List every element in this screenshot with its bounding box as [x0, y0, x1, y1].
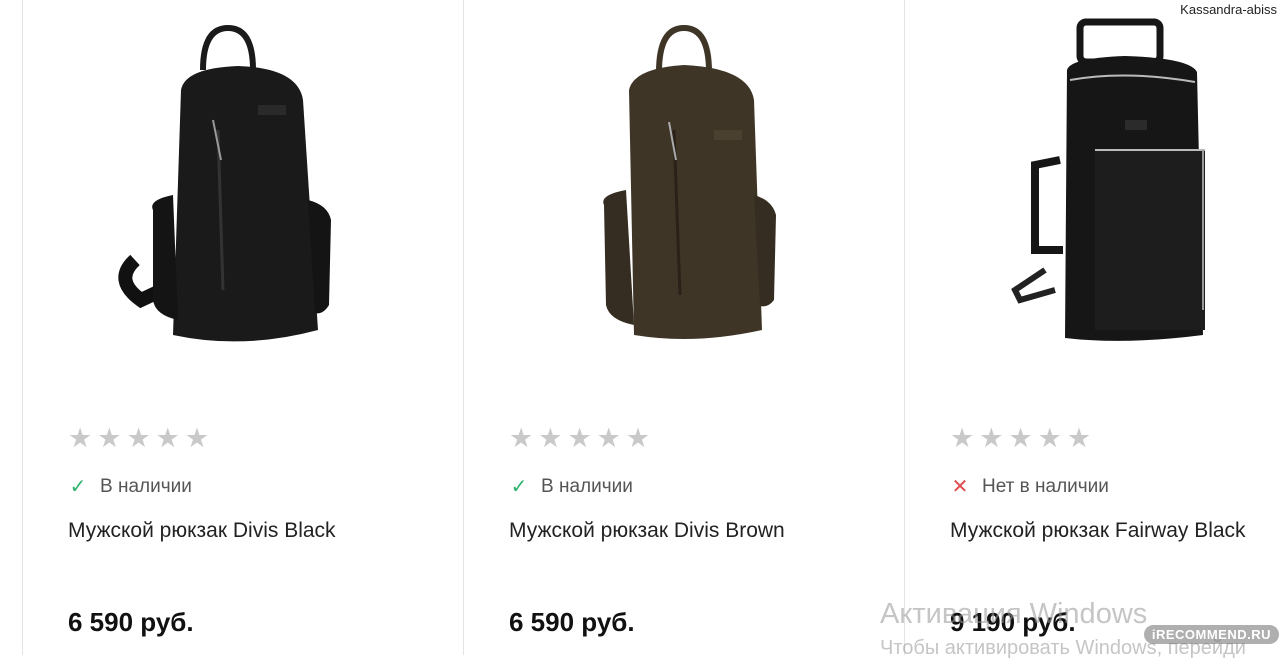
stock-status: ✓ В наличии — [509, 474, 633, 499]
stock-status: ✓ В наличии — [68, 474, 192, 499]
star-icon[interactable]: ★ — [156, 425, 180, 452]
cross-icon: ✕ — [951, 476, 969, 498]
product-image[interactable] — [950, 10, 1285, 355]
star-icon[interactable]: ★ — [626, 425, 650, 452]
site-watermark: iRECOMMEND.RU — [1143, 625, 1279, 644]
windows-activation-title: Активация Windows — [880, 598, 1148, 630]
backpack-image — [603, 24, 776, 339]
check-icon: ✓ — [510, 476, 528, 498]
star-icon[interactable]: ★ — [1008, 425, 1032, 452]
product-title[interactable]: Мужской рюкзак Divis Brown — [509, 519, 785, 543]
backpack-image — [1011, 18, 1205, 341]
product-card-divis-brown[interactable]: ★ ★ ★ ★ ★ ✓ В наличии Мужской рюкзак Div… — [463, 0, 903, 655]
product-title[interactable]: Мужской рюкзак Fairway Black — [950, 519, 1246, 543]
product-price: 6 590 руб. — [68, 607, 194, 637]
star-icon[interactable]: ★ — [567, 425, 591, 452]
star-icon[interactable]: ★ — [1067, 425, 1091, 452]
star-icon[interactable]: ★ — [68, 425, 92, 452]
star-icon[interactable]: ★ — [1038, 425, 1062, 452]
star-icon[interactable]: ★ — [97, 425, 121, 452]
rating-stars[interactable]: ★ ★ ★ ★ ★ — [509, 425, 650, 452]
star-icon[interactable]: ★ — [126, 425, 150, 452]
stock-text: Нет в наличии — [982, 475, 1109, 497]
product-price: 6 590 руб. — [509, 607, 635, 637]
star-icon[interactable]: ★ — [979, 425, 1003, 452]
product-card-fairway-black[interactable]: ★ ★ ★ ★ ★ ✕ Нет в наличии Мужской рюкзак… — [904, 0, 1285, 655]
rating-stars[interactable]: ★ ★ ★ ★ ★ — [68, 425, 209, 452]
star-icon[interactable]: ★ — [509, 425, 533, 452]
user-name-label: Kassandra-abiss — [1178, 2, 1279, 17]
check-icon: ✓ — [69, 476, 87, 498]
stock-status: ✕ Нет в наличии — [950, 474, 1109, 499]
stock-text: В наличии — [541, 475, 633, 497]
star-icon[interactable]: ★ — [185, 425, 209, 452]
product-title[interactable]: Мужской рюкзак Divis Black — [68, 519, 336, 543]
rating-stars[interactable]: ★ ★ ★ ★ ★ — [950, 425, 1091, 452]
stock-text: В наличии — [100, 475, 192, 497]
star-icon[interactable]: ★ — [950, 425, 974, 452]
star-icon[interactable]: ★ — [597, 425, 621, 452]
product-image[interactable] — [509, 10, 859, 355]
star-icon[interactable]: ★ — [538, 425, 562, 452]
product-image[interactable] — [68, 10, 418, 355]
backpack-image — [118, 24, 331, 342]
product-card-divis-black[interactable]: ★ ★ ★ ★ ★ ✓ В наличии Мужской рюкзак Div… — [22, 0, 462, 655]
